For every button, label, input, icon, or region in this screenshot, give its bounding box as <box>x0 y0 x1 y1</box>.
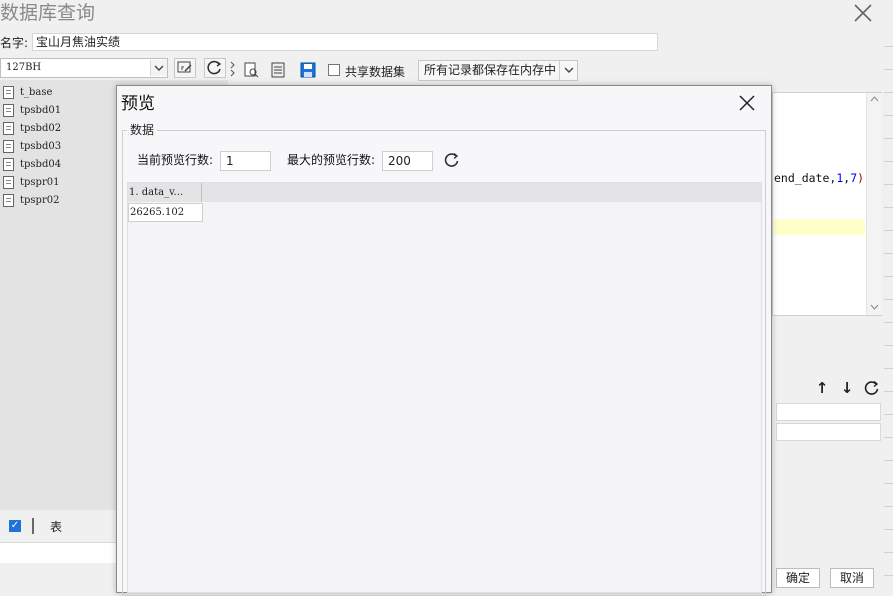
table-name: tpsbd04 <box>20 159 62 170</box>
table-filter-label: 表 <box>50 520 63 534</box>
show-tables-checkbox[interactable]: ✓ <box>9 520 21 532</box>
table-icon <box>3 140 14 153</box>
current-rows-label: 当前预览行数: <box>137 153 214 167</box>
move-up-icon[interactable]: ↑ <box>814 380 830 396</box>
window-title: 数据库查询 <box>0 2 96 24</box>
ok-button[interactable]: 确定 <box>776 568 820 588</box>
edit-connection-icon <box>177 61 192 73</box>
list-item[interactable]: tpsbd02 <box>3 120 61 137</box>
refresh-datasource-button[interactable] <box>204 58 226 78</box>
edit-datasource-button[interactable] <box>174 58 196 78</box>
table-cell[interactable]: 26265.102 <box>128 203 203 222</box>
parameter-row[interactable] <box>776 423 881 441</box>
move-down-icon[interactable]: ↓ <box>839 380 855 396</box>
datasource-select[interactable]: 127BH <box>0 58 168 78</box>
close-icon[interactable] <box>737 93 757 113</box>
list-item[interactable]: t_base <box>3 84 52 101</box>
table-name: tpsbd03 <box>20 141 62 152</box>
table-icon <box>3 86 14 99</box>
scroll-arrows-icon <box>870 96 879 310</box>
editor-scrollbar[interactable] <box>866 93 882 315</box>
table-icon <box>32 518 34 534</box>
list-item[interactable]: tpspr02 <box>3 192 59 209</box>
data-group-label: 数据 <box>127 123 158 137</box>
save-icon[interactable] <box>300 62 316 78</box>
chevron-down-icon[interactable] <box>150 60 167 76</box>
sql-code-line: end_date,1,7) <box>774 171 865 185</box>
share-dataset-checkbox[interactable] <box>328 64 340 76</box>
chevron-down-icon[interactable] <box>559 61 578 80</box>
splitter-handle[interactable] <box>230 58 236 80</box>
max-rows-label: 最大的预览行数: <box>287 153 376 167</box>
table-name: tpsbd01 <box>20 105 62 116</box>
table-icon <box>3 176 14 189</box>
table-icon <box>3 122 14 135</box>
parameter-row[interactable] <box>776 403 881 421</box>
table-name: tpspr01 <box>20 177 60 188</box>
table-name: tpsbd02 <box>20 123 62 134</box>
list-item[interactable]: tpsbd04 <box>3 156 61 173</box>
table-icon <box>3 194 14 207</box>
preview-grid <box>127 182 762 593</box>
table-name: tpspr02 <box>20 195 60 206</box>
current-line-highlight <box>774 219 865 235</box>
refresh-icon[interactable] <box>444 152 460 168</box>
cancel-button[interactable]: 取消 <box>830 568 874 588</box>
close-icon[interactable] <box>852 2 874 24</box>
preview-dialog-title: 预览 <box>121 94 155 114</box>
list-item[interactable]: tpspr01 <box>3 174 59 191</box>
memory-mode-select[interactable]: 所有记录都保存在内存中 <box>418 60 578 81</box>
column-header[interactable]: 1. data_v... <box>128 183 202 202</box>
refresh-icon <box>207 60 222 75</box>
preview-icon[interactable] <box>243 62 259 78</box>
table-name: t_base <box>20 87 53 98</box>
name-input[interactable]: 宝山月焦油实绩 <box>32 33 658 51</box>
refresh-icon[interactable] <box>864 380 880 396</box>
grid-header <box>128 183 761 202</box>
name-label: 名字: <box>0 36 29 50</box>
list-item[interactable]: tpsbd01 <box>3 102 61 119</box>
list-item[interactable]: tpsbd03 <box>3 138 61 155</box>
share-dataset-label: 共享数据集 <box>345 65 406 79</box>
max-rows-input[interactable]: 200 <box>382 151 433 171</box>
sql-icon[interactable] <box>270 62 286 78</box>
table-icon <box>3 104 14 117</box>
current-rows-input[interactable]: 1 <box>220 151 271 171</box>
background-grid <box>884 24 893 593</box>
table-icon <box>3 158 14 171</box>
